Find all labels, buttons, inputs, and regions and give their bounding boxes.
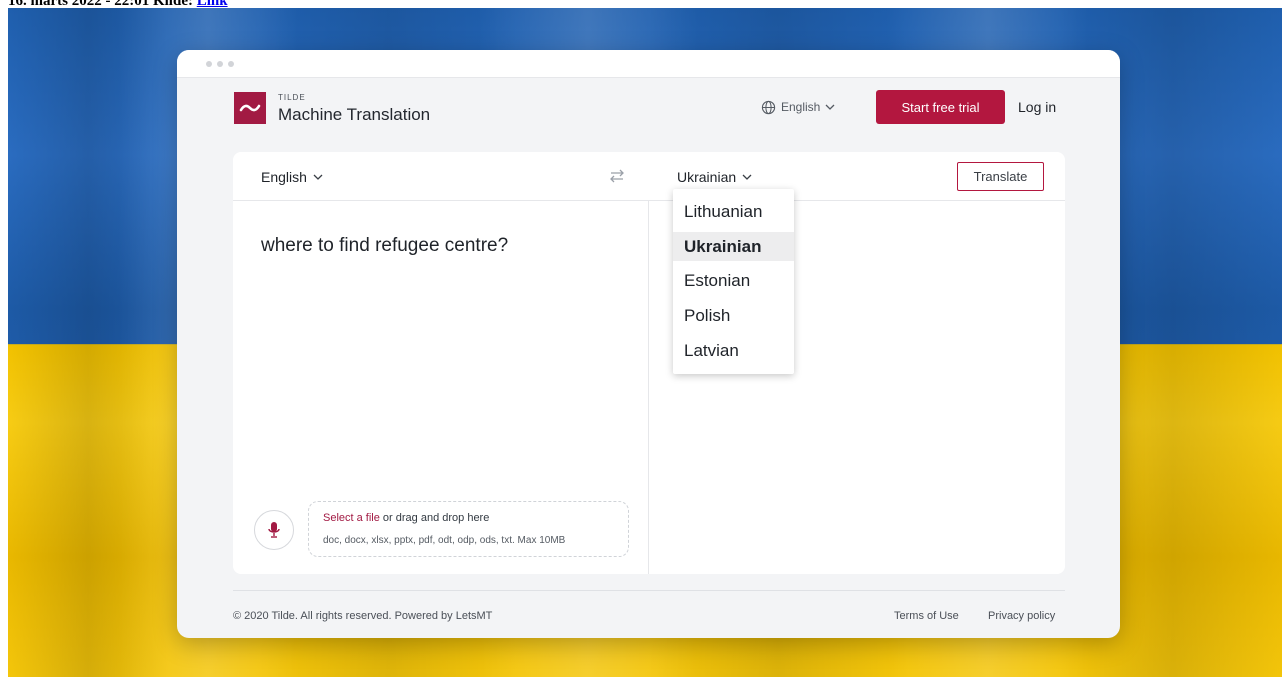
ui-language-selector[interactable]: English [761,98,835,116]
window-dot-icon [217,61,223,67]
select-file-link[interactable]: Select a file [323,512,380,524]
login-link[interactable]: Log in [1018,99,1056,115]
tilde-logo[interactable] [234,92,266,124]
language-option-ukrainian[interactable]: Ukrainian [673,232,794,261]
language-option-estonian[interactable]: Estonian [673,266,794,295]
language-bar: English Ukrainian Translate [233,152,1065,201]
brand-name: Machine Translation [278,105,431,124]
window-title-bar [177,50,1120,78]
translate-button[interactable]: Translate [957,162,1044,191]
app-window: TILDE Machine Translation English Start … [177,50,1120,638]
copyright-text: © 2020 Tilde. All rights reserved. Power… [233,610,493,622]
terms-of-use-link[interactable]: Terms of Use [894,610,959,622]
chevron-down-icon [313,174,323,180]
privacy-policy-link[interactable]: Privacy policy [988,610,1055,622]
ui-language-label: English [781,100,821,114]
source-language-label: English [261,169,307,185]
file-types-hint: doc, docx, xlsx, pptx, pdf, odt, odp, od… [323,535,566,546]
chevron-down-icon [742,174,752,180]
microphone-button[interactable] [254,510,294,550]
footer-divider [233,590,1065,591]
file-drop-prompt: Select a file or drag and drop here [323,512,489,524]
language-option-latvian[interactable]: Latvian [673,336,794,365]
swap-languages-icon[interactable] [607,167,627,185]
globe-icon [761,100,776,114]
translator-card: English Ukrainian Translate where to fin… [233,152,1065,574]
file-drop-zone[interactable]: Select a file or drag and drop here doc,… [308,501,629,557]
window-dot-icon [228,61,234,67]
window-dot-icon [206,61,212,67]
microphone-icon [268,522,280,538]
start-free-trial-button[interactable]: Start free trial [876,90,1005,124]
chevron-down-icon [825,104,835,110]
panel-divider [648,201,649,574]
target-language-label: Ukrainian [677,169,737,185]
language-option-lithuanian[interactable]: Lithuanian [673,197,794,226]
caption-text: 16. marts 2022 - 22:01 Kilde: [8,0,197,8]
target-language-selector[interactable]: Ukrainian [677,169,752,185]
drag-drop-text: or drag and drop here [379,512,490,524]
source-language-selector[interactable]: English [261,169,323,185]
language-option-polish[interactable]: Polish [673,301,794,330]
caption-source-link[interactable]: Link [197,0,228,8]
page-caption: 16. marts 2022 - 22:01 Kilde: Link [8,0,228,8]
target-language-dropdown: Lithuanian Ukrainian Estonian Polish Lat… [673,189,794,374]
source-text-input[interactable]: where to find refugee centre? [261,235,508,257]
tilde-wave-icon [239,104,261,112]
brand-small-label: TILDE [278,93,306,102]
